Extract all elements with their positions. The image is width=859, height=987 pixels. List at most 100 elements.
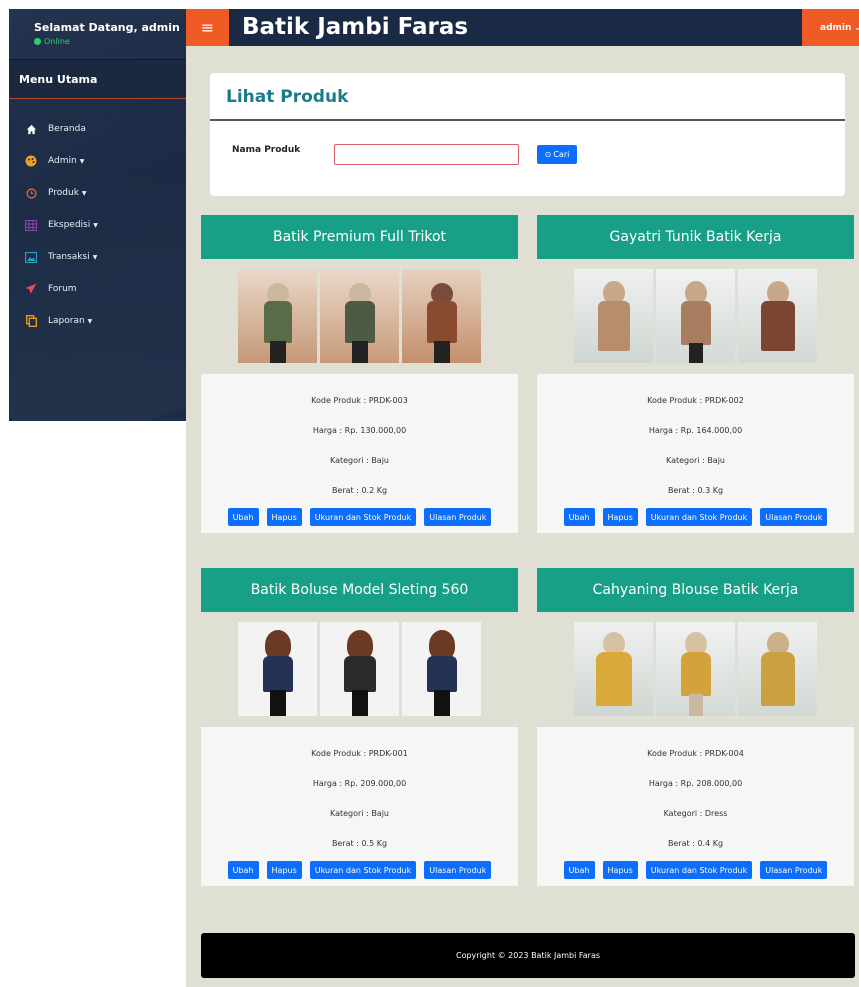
product-title: Cahyaning Blouse Batik Kerja: [537, 568, 854, 612]
reviews-button[interactable]: Ulasan Produk: [424, 508, 492, 526]
product-photo: [320, 269, 399, 363]
edit-button[interactable]: Ubah: [563, 861, 595, 879]
product-weight: Berat : 0.4 Kg: [667, 839, 724, 848]
edit-button[interactable]: Ubah: [227, 508, 259, 526]
product-price: Harga : Rp. 164.000,00: [648, 426, 743, 435]
product-details: Kode Produk : PRDK-001 Harga : Rp. 209.0…: [201, 727, 518, 886]
product-photo: [238, 622, 317, 716]
product-code: Kode Produk : PRDK-004: [647, 749, 744, 758]
copy-icon: [25, 315, 37, 327]
sidebar-item-produk[interactable]: Produk ▼: [9, 177, 186, 209]
product-images: [201, 612, 518, 727]
product-category: Kategori : Dress: [663, 809, 728, 818]
product-actions: Ubah Hapus Ukuran dan Stok Produk Ulasan…: [201, 508, 518, 526]
size-stock-button[interactable]: Ukuran dan Stok Produk: [309, 861, 417, 879]
main-content: Lihat Produk Nama Produk ⊙ Cari Batik Pr…: [186, 46, 859, 987]
footer: Copyright © 2023 Batik Jambi Faras: [201, 933, 855, 978]
size-stock-button[interactable]: Ukuran dan Stok Produk: [645, 508, 753, 526]
caret-down-icon: ▼: [79, 157, 85, 165]
product-category: Kategori : Baju: [665, 456, 725, 465]
product-code: Kode Produk : PRDK-003: [311, 396, 408, 405]
product-photo: [238, 269, 317, 363]
size-stock-button[interactable]: Ukuran dan Stok Produk: [309, 508, 417, 526]
product-title: Gayatri Tunik Batik Kerja: [537, 215, 854, 259]
online-status: Online: [34, 37, 186, 46]
sidebar-item-admin[interactable]: Admin ▼: [9, 145, 186, 177]
reviews-button[interactable]: Ulasan Produk: [760, 861, 828, 879]
search-button-label: Cari: [553, 150, 570, 159]
product-images: [537, 612, 854, 727]
top-navbar: ≡ Batik Jambi Faras admin ⌄: [186, 9, 859, 46]
sidebar-item-beranda[interactable]: Beranda: [9, 113, 186, 145]
user-menu-button[interactable]: admin ⌄: [802, 9, 859, 46]
sidebar-item-label: Transaksi: [48, 252, 90, 262]
sidebar-item-forum[interactable]: Forum: [9, 273, 186, 305]
paper-plane-icon: [25, 283, 37, 295]
delete-button[interactable]: Hapus: [602, 508, 638, 526]
product-card: Batik Premium Full Trikot Kode Produk : …: [201, 215, 518, 533]
delete-button[interactable]: Hapus: [602, 861, 638, 879]
online-status-label: Online: [44, 37, 70, 46]
sidebar-item-label: Beranda: [48, 124, 86, 134]
product-details: Kode Produk : PRDK-004 Harga : Rp. 208.0…: [537, 727, 854, 886]
search-button[interactable]: ⊙ Cari: [537, 145, 577, 164]
product-title: Batik Boluse Model Sleting 560: [201, 568, 518, 612]
menu-toggle-button[interactable]: ≡: [186, 9, 229, 46]
size-stock-button[interactable]: Ukuran dan Stok Produk: [645, 861, 753, 879]
sidebar-menu: Beranda Admin ▼ Produk ▼ Ekspedisi ▼ Transa…: [9, 99, 186, 337]
caret-down-icon: ▼: [92, 253, 98, 261]
sidebar: Selamat Datang, admin Online Menu Utama …: [9, 9, 186, 421]
online-dot-icon: [34, 38, 41, 45]
search-panel: Lihat Produk Nama Produk ⊙ Cari: [210, 73, 845, 196]
product-category: Kategori : Baju: [329, 809, 389, 818]
product-card: Gayatri Tunik Batik Kerja Kode Produk : …: [537, 215, 854, 533]
product-actions: Ubah Hapus Ukuran dan Stok Produk Ulasan…: [537, 861, 854, 879]
product-weight: Berat : 0.2 Kg: [331, 486, 388, 495]
edit-button[interactable]: Ubah: [227, 861, 259, 879]
brand-title: Batik Jambi Faras: [242, 14, 469, 40]
menu-header: Menu Utama: [9, 59, 186, 99]
sidebar-item-label: Forum: [48, 284, 77, 294]
reviews-button[interactable]: Ulasan Produk: [424, 861, 492, 879]
product-weight: Berat : 0.3 Kg: [667, 486, 724, 495]
product-details: Kode Produk : PRDK-002 Harga : Rp. 164.0…: [537, 374, 854, 533]
product-details: Kode Produk : PRDK-003 Harga : Rp. 130.0…: [201, 374, 518, 533]
delete-button[interactable]: Hapus: [266, 508, 302, 526]
product-photo: [656, 622, 735, 716]
product-images: [201, 259, 518, 374]
product-code: Kode Produk : PRDK-001: [311, 749, 408, 758]
product-actions: Ubah Hapus Ukuran dan Stok Produk Ulasan…: [201, 861, 518, 879]
reviews-button[interactable]: Ulasan Produk: [760, 508, 828, 526]
user-menu-label: admin: [820, 22, 852, 33]
product-weight: Berat : 0.5 Kg: [331, 839, 388, 848]
product-price: Harga : Rp. 208.000,00: [648, 779, 743, 788]
product-actions: Ubah Hapus Ukuran dan Stok Produk Ulasan…: [537, 508, 854, 526]
page-title: Lihat Produk: [226, 87, 349, 107]
sidebar-item-label: Ekspedisi: [48, 220, 91, 230]
clock-icon: [25, 187, 37, 199]
hamburger-icon: ≡: [200, 18, 215, 37]
product-photo: [402, 622, 481, 716]
product-name-label: Nama Produk: [232, 145, 301, 155]
product-photo: [738, 622, 817, 716]
product-photo: [402, 269, 481, 363]
product-title: Batik Premium Full Trikot: [201, 215, 518, 259]
product-photo: [656, 269, 735, 363]
sidebar-item-transaksi[interactable]: Transaksi ▼: [9, 241, 186, 273]
sidebar-item-ekspedisi[interactable]: Ekspedisi ▼: [9, 209, 186, 241]
product-photo: [574, 269, 653, 363]
product-price: Harga : Rp. 130.000,00: [312, 426, 407, 435]
product-name-input[interactable]: [334, 144, 519, 165]
delete-button[interactable]: Hapus: [266, 861, 302, 879]
sidebar-item-label: Laporan: [48, 316, 85, 326]
product-photo: [738, 269, 817, 363]
grid-icon: [25, 219, 37, 231]
sidebar-item-label: Admin: [48, 156, 77, 166]
palette-icon: [25, 155, 37, 167]
welcome-text: Selamat Datang, admin: [34, 21, 180, 34]
product-images: [537, 259, 854, 374]
sidebar-item-laporan[interactable]: Laporan ▼: [9, 305, 186, 337]
product-category: Kategori : Baju: [329, 456, 389, 465]
edit-button[interactable]: Ubah: [563, 508, 595, 526]
sidebar-item-label: Produk: [48, 188, 79, 198]
